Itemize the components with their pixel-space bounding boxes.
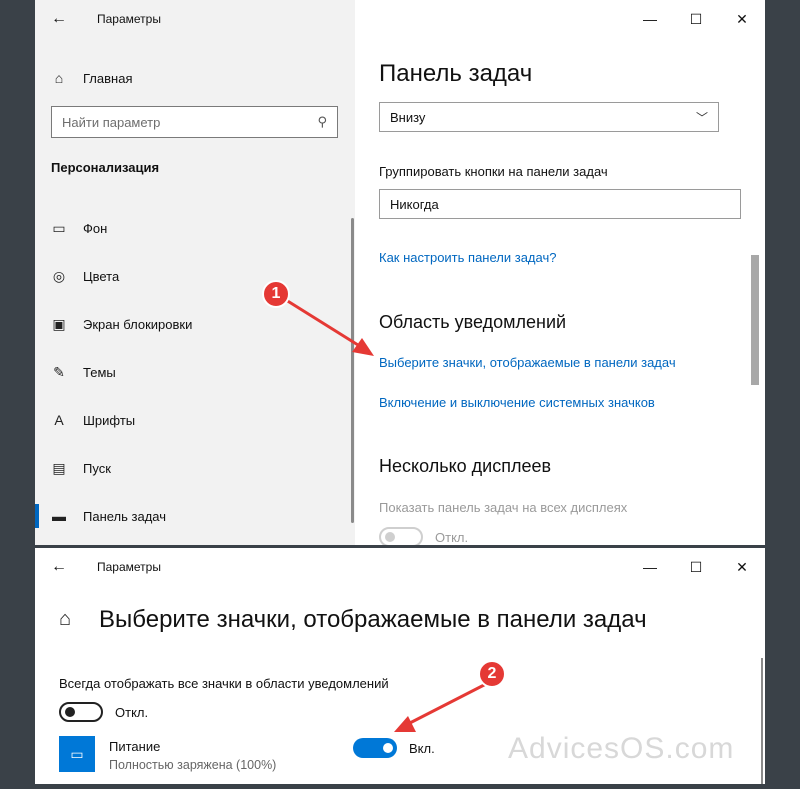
link-customize-taskbar[interactable]: Как настроить панели задач? xyxy=(379,250,556,265)
sidebar-item-taskbar[interactable]: ▬ Панель задач xyxy=(35,492,355,540)
group-buttons-dropdown[interactable]: Никогда xyxy=(379,189,741,219)
fonts-icon: A xyxy=(54,412,64,428)
search-box[interactable]: ⚲ xyxy=(51,106,338,138)
home-icon: ⌂ xyxy=(54,70,64,86)
image-icon: ▭ xyxy=(52,219,66,236)
settings-sidebar: ← Параметры ⌂ Главная ⚲ Персонализация ▭… xyxy=(35,0,355,545)
settings-window-taskbar: ← Параметры ⌂ Главная ⚲ Персонализация ▭… xyxy=(35,0,765,545)
close-button[interactable]: ✕ xyxy=(719,548,765,586)
taskbar-position-dropdown[interactable]: Внизу ﹀ xyxy=(379,102,719,132)
palette-icon: ◎ xyxy=(52,267,66,284)
sidebar-item-label: Панель задач xyxy=(83,508,167,524)
home-label: Главная xyxy=(83,70,133,86)
sidebar-item-label: Пуск xyxy=(83,460,111,476)
sidebar-item-label: Фон xyxy=(83,220,108,236)
window-controls: — ☐ ✕ xyxy=(627,548,765,586)
watermark: AdvicesOS.com xyxy=(508,732,735,765)
themes-icon: ✎ xyxy=(53,363,65,380)
scrollbar-thumb[interactable] xyxy=(751,255,759,385)
back-button[interactable]: ← xyxy=(35,548,83,586)
title-bar: ← Параметры xyxy=(35,0,355,38)
close-button[interactable]: ✕ xyxy=(719,0,765,38)
page-title: Панель задач xyxy=(379,60,533,87)
toggle-knob xyxy=(65,707,75,717)
chevron-down-icon: ﹀ xyxy=(695,111,708,125)
search-icon[interactable]: ⚲ xyxy=(317,114,327,130)
app-status: Полностью заряжена (100%) xyxy=(109,758,277,772)
sidebar-item-themes[interactable]: ✎ Темы xyxy=(35,348,355,396)
content-scrollbar[interactable] xyxy=(761,658,763,784)
sidebar-item-label: Цвета xyxy=(83,268,120,284)
sidebar-item-label: Шрифты xyxy=(83,412,136,428)
maximize-button[interactable]: ☐ xyxy=(673,548,719,586)
sidebar-item-start[interactable]: ▤ Пуск xyxy=(35,444,355,492)
show-all-displays-label: Показать панель задач на всех дисплеях xyxy=(379,500,628,515)
minimize-button[interactable]: — xyxy=(627,548,673,586)
home-icon[interactable]: ⌂ xyxy=(59,608,71,631)
section-heading: Персонализация xyxy=(51,160,160,175)
toggle-knob xyxy=(385,532,395,542)
window-title: Параметры xyxy=(97,12,161,26)
multiple-displays-heading: Несколько дисплеев xyxy=(379,456,552,476)
toggle-state-label: Откл. xyxy=(115,705,149,720)
toggle-state-label: Откл. xyxy=(435,530,469,545)
dropdown-value: Внизу xyxy=(390,109,426,125)
toggle-knob xyxy=(383,743,393,753)
battery-icon: ▭ xyxy=(59,736,95,772)
link-select-taskbar-icons[interactable]: Выберите значки, отображаемые в панели з… xyxy=(379,355,676,370)
window-title: Параметры xyxy=(97,560,161,574)
sidebar-item-background[interactable]: ▭ Фон xyxy=(35,204,355,252)
app-name: Питание xyxy=(109,739,161,754)
dropdown-value: Никогда xyxy=(390,196,439,212)
annotation-badge-2: 2 xyxy=(478,660,506,688)
sidebar-scrollbar[interactable] xyxy=(351,218,354,523)
link-system-icons[interactable]: Включение и выключение системных значков xyxy=(379,395,655,410)
power-icon-toggle[interactable] xyxy=(353,738,397,758)
sidebar-item-colors[interactable]: ◎ Цвета xyxy=(35,252,355,300)
show-all-displays-toggle[interactable] xyxy=(379,527,423,545)
maximize-button[interactable]: ☐ xyxy=(673,0,719,38)
back-button[interactable]: ← xyxy=(35,0,83,38)
sidebar-nav: ▭ Фон ◎ Цвета ▣ Экран блокировки ✎ Темы … xyxy=(35,204,355,540)
sidebar-item-label: Экран блокировки xyxy=(83,316,193,332)
always-show-label: Всегда отображать все значки в области у… xyxy=(59,676,389,691)
sidebar-item-fonts[interactable]: A Шрифты xyxy=(35,396,355,444)
notification-area-heading: Область уведомлений xyxy=(379,312,567,332)
content-scrollbar[interactable] xyxy=(749,95,761,545)
back-arrow-icon: ← xyxy=(51,558,67,575)
taskbar-icon: ▬ xyxy=(52,508,66,524)
sidebar-item-home[interactable]: ⌂ Главная xyxy=(35,60,355,96)
page-title: Выберите значки, отображаемые в панели з… xyxy=(99,606,647,633)
lock-screen-icon: ▣ xyxy=(52,315,66,332)
sidebar-item-label: Темы xyxy=(83,364,116,380)
always-show-toggle[interactable] xyxy=(59,702,103,722)
start-icon: ▤ xyxy=(52,459,66,476)
window-controls: — ☐ ✕ xyxy=(627,0,765,38)
back-arrow-icon: ← xyxy=(51,10,67,27)
sidebar-item-lock-screen[interactable]: ▣ Экран блокировки xyxy=(35,300,355,348)
annotation-badge-1: 1 xyxy=(262,280,290,308)
minimize-button[interactable]: — xyxy=(627,0,673,38)
group-buttons-label: Группировать кнопки на панели задач xyxy=(379,164,608,179)
toggle-state-label: Вкл. xyxy=(409,741,435,756)
search-input[interactable] xyxy=(62,114,318,130)
